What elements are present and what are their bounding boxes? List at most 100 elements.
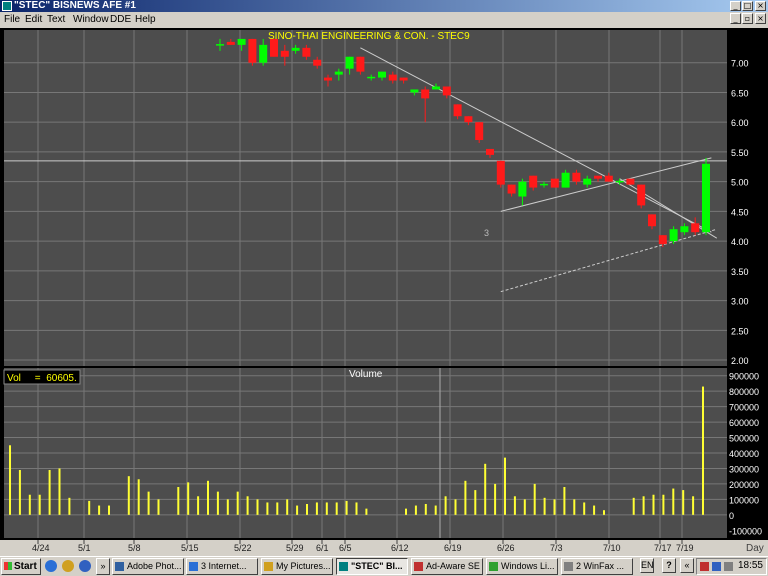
mdi-restore-button[interactable]: ▫ <box>742 13 753 24</box>
task-adobe-photoshop[interactable]: Adobe Phot... <box>112 558 184 575</box>
ad-aware-icon <box>414 562 423 571</box>
volume-bar <box>246 496 249 515</box>
date-tick-label: 7/3 <box>550 543 563 553</box>
volume-bar <box>494 483 497 515</box>
tray-antivirus-icon[interactable] <box>700 562 709 571</box>
volume-bar <box>216 491 219 515</box>
date-tick-label: 6/26 <box>497 543 515 553</box>
candle-body <box>226 41 235 45</box>
volume-bar <box>58 468 61 515</box>
chart-area[interactable]: 7.00 6.50 6.00 5.50 5.00 4.50 4.00 3.50 3.00 2.50… <box>0 28 768 556</box>
date-tick-label: 6/5 <box>339 543 352 553</box>
price-tick-label: 7.00 <box>731 59 749 69</box>
candle-body <box>410 89 419 93</box>
language-indicator[interactable]: EN <box>640 558 654 573</box>
minimize-button[interactable]: _ <box>730 1 741 11</box>
date-tick-label: 6/19 <box>444 543 462 553</box>
date-tick-label: 6/12 <box>391 543 409 553</box>
menu-window[interactable]: Window <box>73 14 109 25</box>
volume-bar <box>137 479 140 515</box>
tray-volume-icon[interactable] <box>724 562 733 571</box>
menu-file[interactable]: File <box>4 14 20 25</box>
candle-body <box>280 50 289 57</box>
window-titlebar[interactable]: "STEC" BISNEWS AFE #1 _ □ × <box>0 0 768 12</box>
date-tick-label: 7/17 <box>654 543 672 553</box>
volume-bar <box>573 499 576 515</box>
volume-bar <box>434 505 437 515</box>
candle-body <box>658 235 667 245</box>
menu-help[interactable]: Help <box>135 14 156 25</box>
maximize-button[interactable]: □ <box>742 1 753 11</box>
volume-bar <box>444 496 447 515</box>
candle-body <box>529 175 538 188</box>
price-pane[interactable] <box>4 30 727 366</box>
volume-bar <box>108 505 110 515</box>
candle-body <box>453 104 462 117</box>
volume-tick-label: 100000 <box>729 495 759 505</box>
volume-bar <box>682 490 685 515</box>
mdi-minimize-button[interactable]: _ <box>730 13 741 24</box>
volume-bar <box>48 470 51 515</box>
task-label: Adobe Phot... <box>127 561 182 571</box>
task-overflow-button[interactable]: » <box>96 558 110 575</box>
volume-bar <box>603 510 605 515</box>
bisnews-icon <box>339 562 348 571</box>
quicklaunch-ie-icon[interactable] <box>45 560 57 572</box>
candle-body <box>680 226 689 233</box>
chart-svg[interactable]: 7.00 6.50 6.00 5.50 5.00 4.50 4.00 3.50 3.00 2.50… <box>0 28 768 556</box>
quicklaunch-media-icon[interactable] <box>79 560 91 572</box>
start-button[interactable]: Start <box>1 558 41 575</box>
app-icon <box>2 1 12 11</box>
price-tick-label: 6.00 <box>731 118 749 128</box>
task-winfax[interactable]: 2 WinFax ... <box>561 558 633 575</box>
system-tray: 18:55 <box>696 558 767 575</box>
menu-text[interactable]: Text <box>47 14 65 25</box>
candle-body <box>594 175 602 179</box>
candle-body <box>399 77 408 81</box>
photoshop-icon <box>115 562 124 571</box>
task-internet[interactable]: 3 Internet... <box>186 558 258 575</box>
date-tick-label: 5/1 <box>78 543 91 553</box>
volume-title: Volume <box>349 369 383 380</box>
date-tick-label: 4/24 <box>32 543 50 553</box>
candle-body <box>388 74 397 81</box>
date-tick-label: 7/10 <box>603 543 621 553</box>
task-ad-aware[interactable]: Ad-Aware SE <box>411 558 483 575</box>
menu-edit[interactable]: Edit <box>25 14 42 25</box>
ie-icon <box>189 562 198 571</box>
candle-body <box>691 223 700 233</box>
task-my-pictures[interactable]: My Pictures... <box>261 558 333 575</box>
volume-tick-label: 900000 <box>729 372 759 382</box>
volume-bar <box>652 494 655 515</box>
volume-bar <box>474 490 477 515</box>
volume-tick-label: 800000 <box>729 387 759 397</box>
volume-bar <box>464 480 467 515</box>
pattern-marker: 3 <box>484 228 489 238</box>
task-label: 3 Internet... <box>201 561 247 571</box>
volume-bar <box>88 500 91 515</box>
menu-dde[interactable]: DDE <box>110 14 131 25</box>
tray-arrow-icon[interactable]: « <box>680 558 694 573</box>
volume-bar <box>365 508 368 515</box>
volume-bar <box>236 491 239 515</box>
help-icon[interactable]: ? <box>662 558 676 573</box>
volume-bar <box>306 504 308 515</box>
candle-body <box>302 47 311 57</box>
clock[interactable]: 18:55 <box>738 560 763 571</box>
mdi-close-button[interactable]: × <box>755 13 766 24</box>
close-button[interactable]: × <box>755 1 766 11</box>
tray-network-icon[interactable] <box>712 562 721 571</box>
volume-bar <box>513 496 516 515</box>
windows-logo-icon <box>4 562 12 570</box>
candle-body <box>345 56 354 69</box>
date-tick-label: 5/22 <box>234 543 252 553</box>
volume-bar <box>593 505 596 515</box>
quicklaunch-folder-icon[interactable] <box>62 560 74 572</box>
task-stec-bisnews[interactable]: "STEC" BI... <box>336 558 408 575</box>
volume-bar <box>98 505 101 515</box>
volume-bar <box>68 497 71 515</box>
volume-bar <box>662 494 665 515</box>
task-windows-live[interactable]: Windows Li... <box>486 558 558 575</box>
start-label: Start <box>14 561 37 572</box>
candle-body <box>356 56 365 72</box>
